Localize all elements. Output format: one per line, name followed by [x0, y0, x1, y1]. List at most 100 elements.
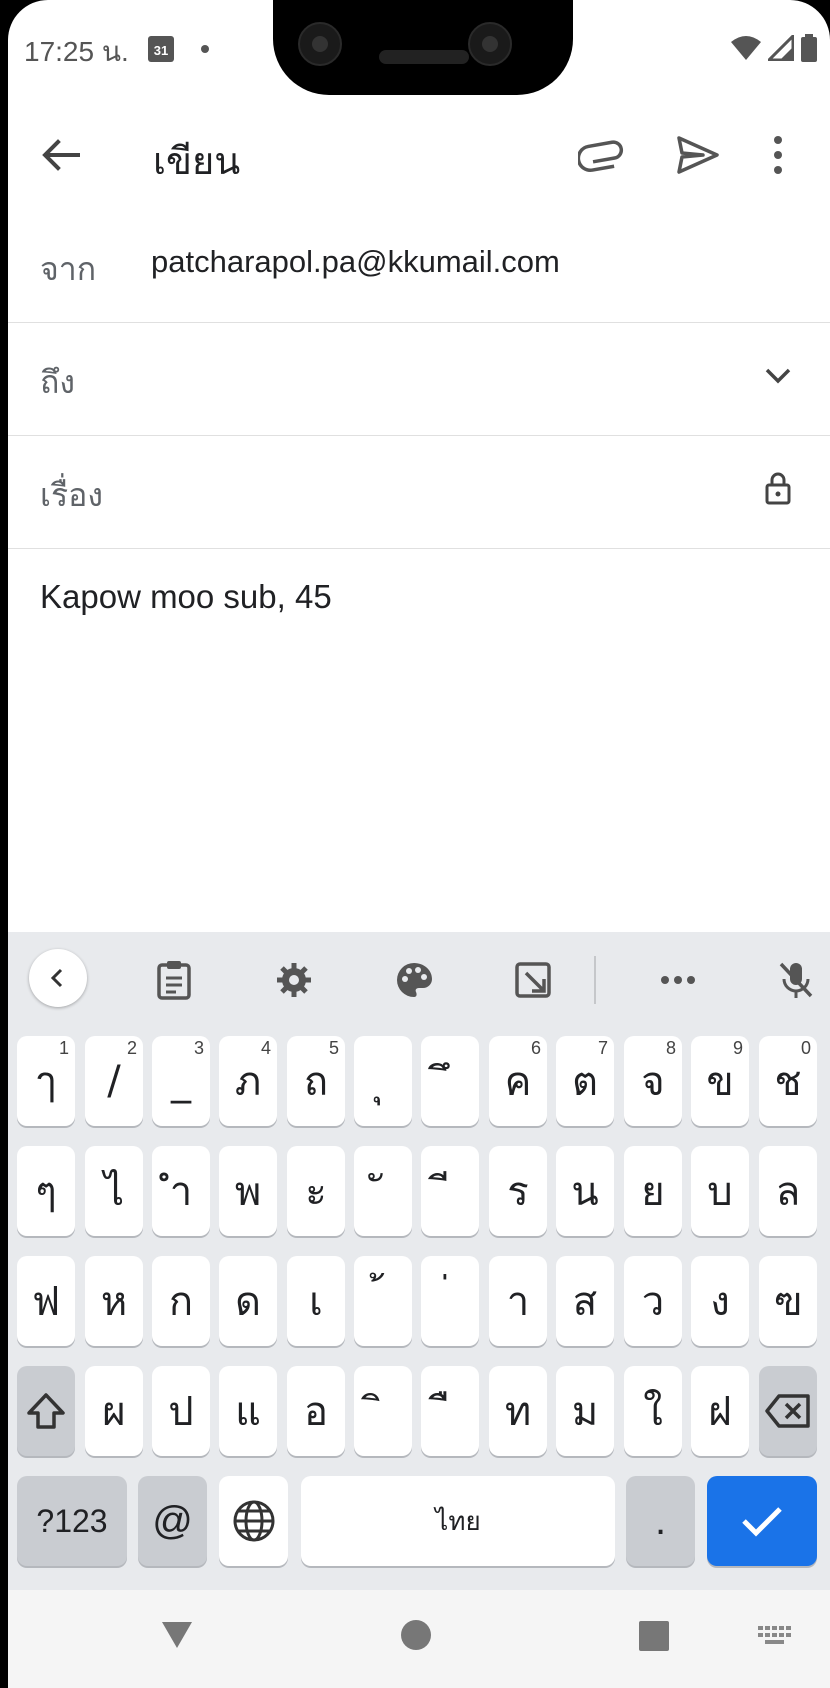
- more-horizontal-icon: [661, 976, 695, 984]
- key[interactable]: ข9: [691, 1036, 749, 1126]
- back-arrow-icon[interactable]: [36, 130, 86, 180]
- more-tools-button[interactable]: [650, 952, 706, 1008]
- key[interactable]: ๆ: [17, 1146, 75, 1236]
- key[interactable]: ิ: [354, 1366, 412, 1456]
- key[interactable]: น: [556, 1146, 614, 1236]
- key[interactable]: ั: [354, 1146, 412, 1236]
- key-label: ถ: [303, 1059, 329, 1105]
- key[interactable]: _ 3: [152, 1036, 210, 1126]
- at-key[interactable]: @: [138, 1476, 207, 1566]
- key[interactable]: อ: [287, 1366, 345, 1456]
- send-icon[interactable]: [673, 130, 723, 180]
- calendar-icon: 31: [148, 36, 174, 62]
- attach-icon[interactable]: [578, 130, 628, 180]
- key[interactable]: ป: [152, 1366, 210, 1456]
- key[interactable]: ภ4: [219, 1036, 277, 1126]
- key[interactable]: ื: [421, 1366, 479, 1456]
- key[interactable]: ผ: [85, 1366, 143, 1456]
- key[interactable]: ฟ: [17, 1256, 75, 1346]
- palette-icon: [397, 963, 432, 997]
- key[interactable]: ๅ1: [17, 1036, 75, 1126]
- one-handed-mode-button[interactable]: [505, 952, 561, 1008]
- key[interactable]: ท: [489, 1366, 547, 1456]
- settings-button[interactable]: [266, 952, 322, 1008]
- key[interactable]: ค6: [489, 1036, 547, 1126]
- key[interactable]: ล: [759, 1146, 817, 1236]
- key-hint: 6: [530, 1038, 541, 1058]
- compose-app-bar: เขียน: [8, 100, 830, 210]
- key[interactable]: ส: [556, 1256, 614, 1346]
- key[interactable]: แ: [219, 1366, 277, 1456]
- key[interactable]: ร: [489, 1146, 547, 1236]
- key[interactable]: ต7: [556, 1036, 614, 1126]
- more-options-icon[interactable]: [763, 130, 793, 180]
- key[interactable]: ถ5: [287, 1036, 345, 1126]
- key[interactable]: จ8: [624, 1036, 682, 1126]
- shift-key[interactable]: [17, 1366, 75, 1456]
- key[interactable]: พ: [219, 1146, 277, 1236]
- key[interactable]: ม: [556, 1366, 614, 1456]
- theme-button[interactable]: [386, 952, 442, 1008]
- compose-body[interactable]: Kapow moo sub, 45: [40, 578, 332, 616]
- key[interactable]: ฃ: [759, 1256, 817, 1346]
- key[interactable]: ี: [421, 1146, 479, 1236]
- key[interactable]: ก: [152, 1256, 210, 1346]
- key[interactable]: ่: [421, 1256, 479, 1346]
- key[interactable]: ะ: [287, 1146, 345, 1236]
- key-hint: 7: [597, 1038, 608, 1058]
- to-field[interactable]: ถึง: [8, 323, 830, 436]
- lock-icon[interactable]: [758, 468, 798, 508]
- space-key[interactable]: ไทย: [301, 1476, 615, 1566]
- key[interactable]: า: [489, 1256, 547, 1346]
- period-key[interactable]: .: [626, 1476, 695, 1566]
- key[interactable]: เ: [287, 1256, 345, 1346]
- key[interactable]: ุ: [354, 1036, 412, 1126]
- key[interactable]: ำ: [152, 1146, 210, 1236]
- key[interactable]: ว: [624, 1256, 682, 1346]
- key-hint: 8: [665, 1038, 676, 1058]
- voice-input-button[interactable]: [768, 952, 824, 1008]
- from-label: จาก: [40, 251, 97, 287]
- key[interactable]: ง: [691, 1256, 749, 1346]
- key-label: จ: [641, 1059, 665, 1105]
- clipboard-button[interactable]: [146, 952, 202, 1008]
- clipboard-icon: [157, 961, 191, 1000]
- battery-icon: [801, 34, 817, 62]
- subject-field[interactable]: เรื่อง: [8, 436, 830, 549]
- key[interactable]: ด: [219, 1256, 277, 1346]
- signal-icon: [768, 35, 794, 61]
- key-hint: 5: [328, 1038, 339, 1058]
- key-hint: 2: [126, 1038, 137, 1058]
- key[interactable]: ฝ: [691, 1366, 749, 1456]
- chevron-down-icon[interactable]: [758, 355, 798, 395]
- shift-arrow-icon: [27, 1393, 65, 1429]
- keyboard-switch-icon[interactable]: [758, 1626, 792, 1648]
- from-address[interactable]: patcharapol.pa@kkumail.com: [151, 244, 560, 280]
- camera-notch: [273, 0, 573, 95]
- from-row[interactable]: จาก patcharapol.pa@kkumail.com: [8, 210, 830, 323]
- key[interactable]: ห: [85, 1256, 143, 1346]
- key-label: ต: [572, 1059, 598, 1105]
- key[interactable]: /2: [85, 1036, 143, 1126]
- key[interactable]: ใ: [624, 1366, 682, 1456]
- key[interactable]: ย: [624, 1146, 682, 1236]
- key[interactable]: ไ: [85, 1146, 143, 1236]
- front-camera-right: [468, 22, 512, 66]
- key[interactable]: บ: [691, 1146, 749, 1236]
- symbols-key[interactable]: ?123: [17, 1476, 127, 1566]
- enter-key[interactable]: [707, 1476, 817, 1566]
- backspace-key[interactable]: [759, 1366, 817, 1456]
- toolbar-collapse-button[interactable]: [29, 949, 87, 1007]
- language-key[interactable]: [219, 1476, 288, 1566]
- key-label: ค: [504, 1059, 532, 1105]
- key-label: ภ: [234, 1059, 262, 1105]
- key[interactable]: ช0: [759, 1036, 817, 1126]
- key[interactable]: ้: [354, 1256, 412, 1346]
- gear-icon: [277, 963, 311, 997]
- key[interactable]: ึ: [421, 1036, 479, 1126]
- home-nav-icon[interactable]: [401, 1620, 431, 1650]
- back-nav-icon[interactable]: [160, 1620, 194, 1650]
- key-label: /: [107, 1058, 121, 1104]
- system-icons: [730, 34, 818, 62]
- recents-nav-icon[interactable]: [639, 1621, 669, 1651]
